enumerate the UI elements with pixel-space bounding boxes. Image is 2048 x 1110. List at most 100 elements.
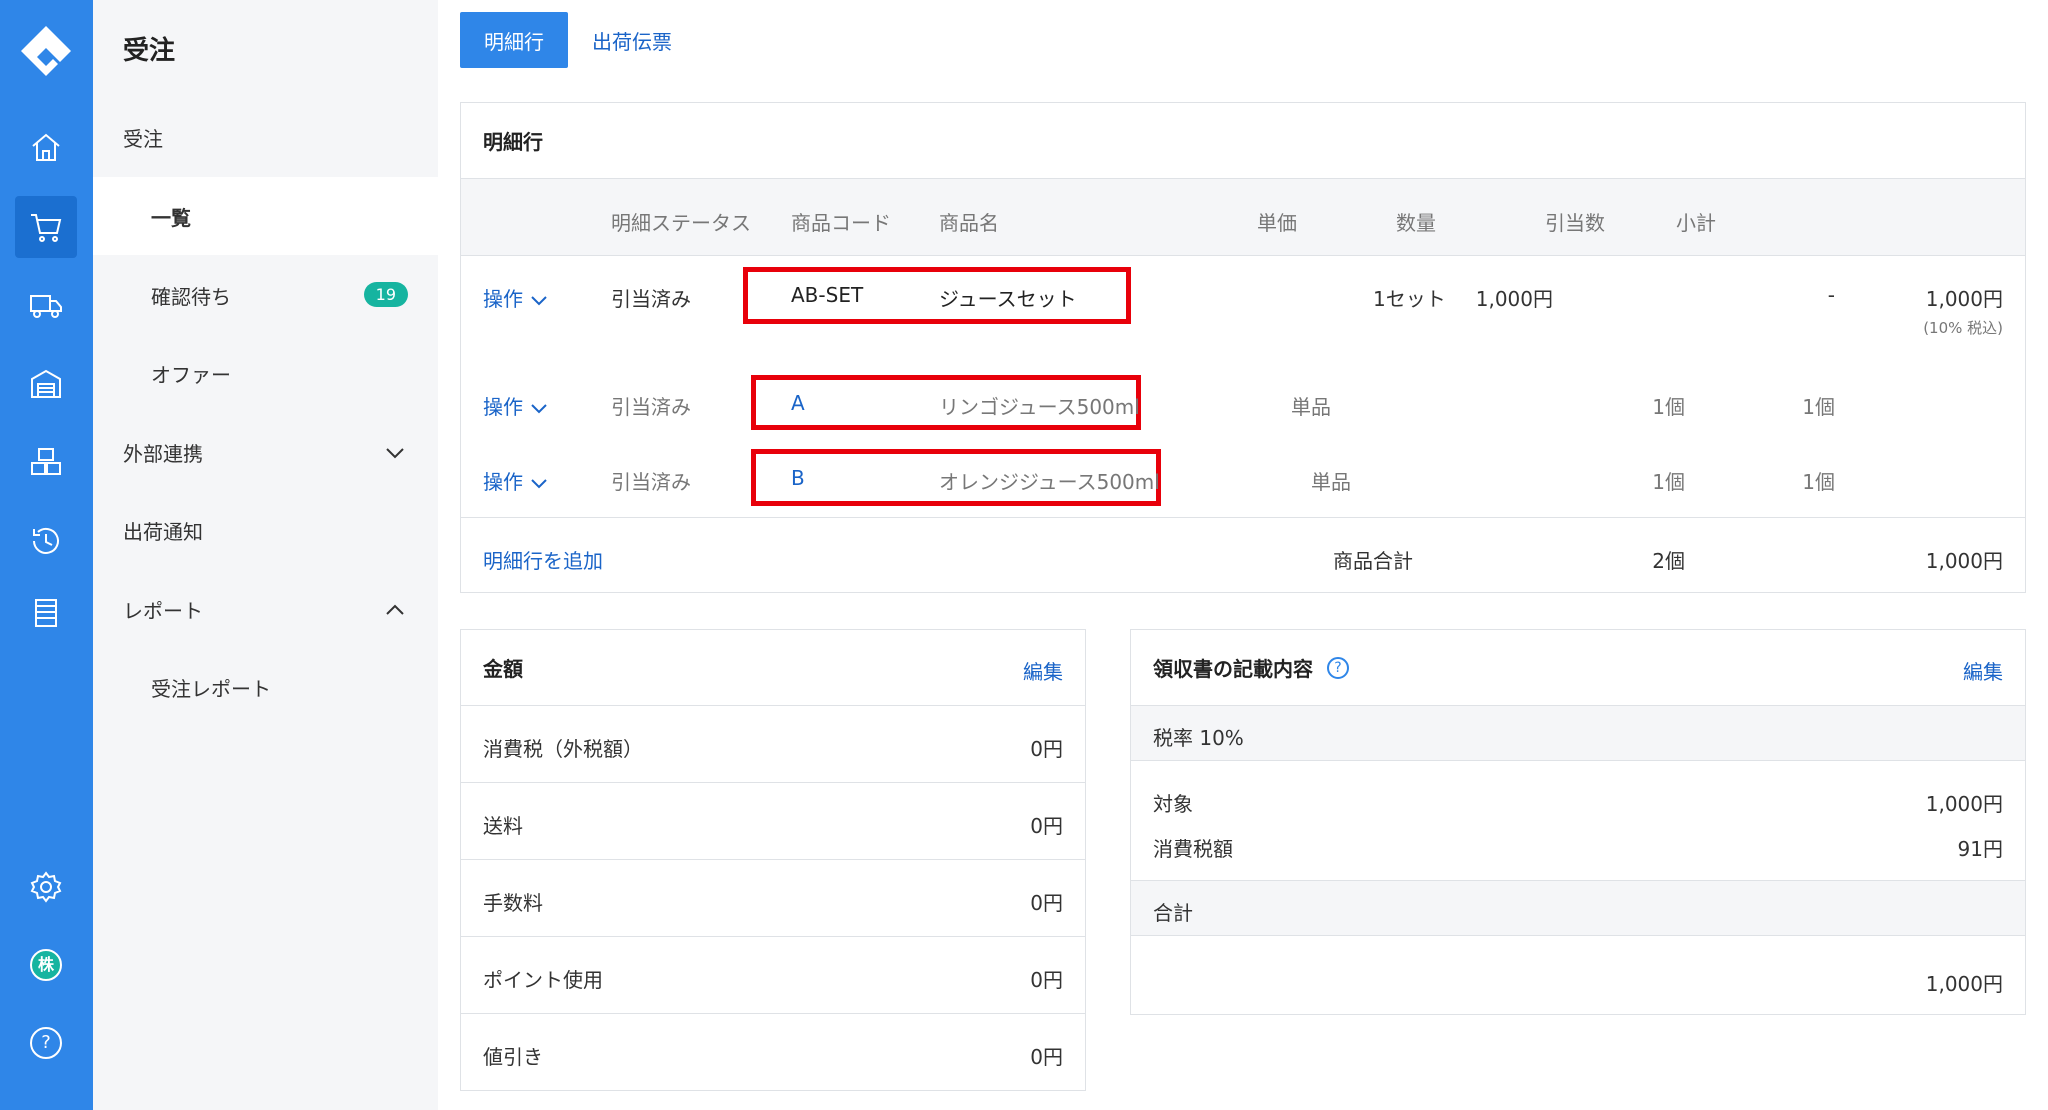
row-code: AB-SET [791,283,864,307]
gear-icon [30,871,62,903]
chevron-up-icon [386,604,404,615]
target-value: 1,000円 [1925,792,2003,816]
amount-value: 0円 [1030,814,1063,838]
chevron-down-icon [531,403,547,413]
sidebar-item-label: 確認待ち [151,284,231,309]
sum-row: 1,000円 [1131,936,2025,1015]
sidebar-item-label: 受注 [123,126,163,151]
tax-rate-label: 税率 10% [1153,726,1244,750]
col-price: 単価 [1257,211,1297,235]
total-amount: 1,000円 [1925,549,2003,573]
sidebar-item-label: 一覧 [151,205,191,230]
receipt-edit-link[interactable]: 編集 [1963,656,2003,685]
receipt-card: 領収書の記載内容 ? 編集 税率 10% 対象 1,000円 消費税額 91円 … [1130,629,2026,1015]
chevron-down-icon [386,448,404,459]
sidebar-item-pending[interactable]: 確認待ち 19 [93,256,438,334]
history-icon [33,527,59,554]
row-alloc: - [1827,283,1835,307]
sidebar-item-shipping-notice[interactable]: 出荷通知 [93,491,438,569]
line-items-title: 明細行 [461,103,2025,179]
row-status: 引当済み [611,470,691,494]
row-actions-button[interactable]: 操作 [483,283,547,312]
nav-help[interactable]: ? [15,1012,77,1074]
row-alloc: 1個 [1802,470,1835,494]
nav-home[interactable] [15,116,77,178]
sidebar-item-order-report[interactable]: 受注レポート [93,648,438,726]
sidebar-item-label: 受注レポート [151,676,271,701]
line-items-card: 明細行 明細ステータス 商品コード 商品名 単価 数量 引当数 小計 操作 引当… [460,102,2026,593]
card-title: 領収書の記載内容 [1153,657,1313,681]
sum-header-row: 合計 [1131,881,2025,936]
nav-orders[interactable] [15,196,77,258]
row-qty: 1個 [1652,470,1685,494]
row-qty: 1個 [1652,395,1685,419]
row-name: オレンジジュース500ml [939,470,1160,494]
nav-history[interactable] [15,510,77,572]
col-name: 商品名 [939,211,999,235]
sidebar-item-integrations[interactable]: 外部連携 [93,413,438,491]
sidebar-item-offer[interactable]: オファー [93,334,438,412]
row-tax-note: (10% 税込) [1923,319,2003,337]
nav-inventory[interactable] [15,431,77,493]
amount-row: 消費税（外税額） 0円 [461,706,1085,783]
amount-row: ポイント使用 0円 [461,937,1085,1014]
sidebar-item-label: オファー [151,362,231,387]
actions-label: 操作 [483,395,523,419]
sum-label: 合計 [1153,901,1193,925]
tax-amount-label: 消費税額 [1153,837,1233,861]
tab-line-items[interactable]: 明細行 [460,12,568,68]
sidebar-item-label: 出荷通知 [123,519,203,544]
actions-label: 操作 [483,287,523,311]
warehouse-icon [31,369,61,398]
table-header: 明細ステータス 商品コード 商品名 単価 数量 引当数 小計 [461,179,2025,256]
amounts-card: 金額 編集 消費税（外税額） 0円 送料 0円 手数料 0円 ポイント使用 0円… [460,629,1086,1091]
cart-icon [31,214,62,242]
row-actions-button[interactable]: 操作 [483,466,547,495]
amount-label: ポイント使用 [483,968,603,992]
amount-value: 0円 [1030,891,1063,915]
row-code-link[interactable]: B [791,466,805,490]
target-label: 対象 [1153,792,1193,816]
col-alloc: 引当数 [1545,211,1605,235]
amount-label: 値引き [483,1045,543,1069]
sidebar-title: 受注 [123,36,176,66]
row-kind: 単品 [1311,470,1351,494]
sidebar-item-label: レポート [123,598,203,623]
row-status: 引当済み [611,395,691,419]
add-line-item-link[interactable]: 明細行を追加 [483,545,603,574]
amounts-edit-link[interactable]: 編集 [1023,656,1063,685]
logo-icon[interactable] [13,20,79,86]
home-icon [32,133,60,161]
company-icon: 株 [30,949,62,981]
nav-lists[interactable] [15,582,77,644]
sidebar-item-orders[interactable]: 受注 [93,98,438,176]
help-icon[interactable]: ? [1327,656,1349,679]
help-icon: ? [30,1027,62,1059]
total-qty: 2個 [1652,549,1685,573]
amount-row: 送料 0円 [461,783,1085,860]
nav-shipping[interactable] [15,274,77,336]
col-subtotal: 小計 [1676,211,1716,235]
sum-value: 1,000円 [1925,972,2003,996]
col-code: 商品コード [791,211,891,235]
amount-label: 消費税（外税額） [483,737,643,761]
nav-company[interactable]: 株 [15,934,77,996]
tab-shipping-slip[interactable]: 出荷伝票 [568,12,696,68]
row-actions-button[interactable]: 操作 [483,391,547,420]
sidebar-item-reports[interactable]: レポート [93,570,438,648]
sidebar-item-list[interactable]: 一覧 [93,177,438,255]
nav-warehouse[interactable] [15,353,77,415]
list-icon [35,599,57,627]
row-name: リンゴジュース500ml [939,395,1140,419]
row-qty: 1セット [1373,287,1446,311]
row-kind: 単品 [1291,395,1331,419]
nav-settings[interactable] [15,856,77,918]
receipt-header: 領収書の記載内容 ? 編集 [1131,630,2025,706]
amount-value: 0円 [1030,1045,1063,1069]
amounts-header: 金額 編集 [461,630,1085,706]
tab-bar: 明細行 出荷伝票 [460,12,696,68]
amount-value: 0円 [1030,737,1063,761]
row-name: ジュースセット [939,287,1077,311]
row-code-link[interactable]: A [791,391,805,415]
amount-label: 送料 [483,814,523,838]
